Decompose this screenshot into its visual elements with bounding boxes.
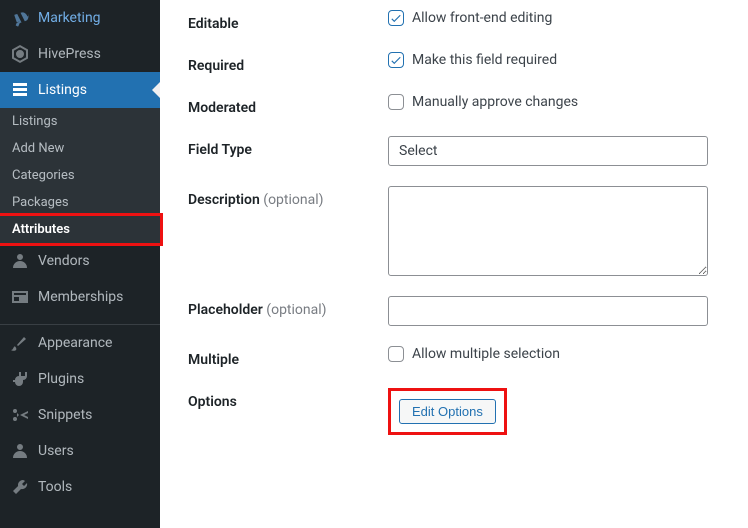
plug-icon <box>10 369 30 389</box>
submenu-item-listings[interactable]: Listings <box>0 108 160 135</box>
sidebar-item-appearance[interactable]: Appearance <box>0 325 160 361</box>
sidebar-item-label: Snippets <box>38 407 92 423</box>
submenu-item-categories[interactable]: Categories <box>0 162 160 189</box>
sidebar-item-label: HivePress <box>38 46 101 62</box>
sidebar-item-label: Plugins <box>38 371 84 387</box>
submenu-item-packages[interactable]: Packages <box>0 189 160 216</box>
row-description: Description (optional) <box>160 176 748 286</box>
sidebar-item-vendors[interactable]: Vendors <box>0 243 160 279</box>
label-placeholder: Placeholder (optional) <box>188 296 388 318</box>
wrench-icon <box>10 477 30 497</box>
sidebar-item-memberships[interactable]: Memberships <box>0 279 160 315</box>
row-placeholder: Placeholder (optional) <box>160 286 748 336</box>
sidebar-item-marketing[interactable]: Marketing <box>0 0 160 36</box>
main-content: Editable Allow front-end editing Require… <box>160 0 748 528</box>
textarea-description[interactable] <box>388 186 708 276</box>
card-icon <box>10 287 30 307</box>
edit-options-button[interactable]: Edit Options <box>399 399 496 424</box>
sidebar-item-label: Appearance <box>38 335 112 351</box>
sidebar-item-label: Listings <box>38 82 87 98</box>
sidebar-item-plugins[interactable]: Plugins <box>0 361 160 397</box>
megaphone-icon <box>10 8 30 28</box>
row-field-type: Field Type Select <box>160 126 748 176</box>
sidebar-item-label: Users <box>38 443 74 459</box>
sidebar-item-label: Vendors <box>38 253 90 269</box>
checkbox-required[interactable] <box>388 52 404 68</box>
select-field-type[interactable]: Select <box>388 136 708 166</box>
checkbox-label-multiple: Allow multiple selection <box>412 346 560 362</box>
checkbox-label-required: Make this field required <box>412 52 557 68</box>
row-options: Options Edit Options <box>160 378 748 445</box>
sidebar-item-label: Marketing <box>38 10 101 26</box>
row-moderated: Moderated Manually approve changes <box>160 84 748 126</box>
scissors-icon <box>10 405 30 425</box>
listings-icon <box>10 80 30 100</box>
submenu-item-attributes[interactable]: Attributes <box>0 213 163 246</box>
checkbox-label-editable: Allow front-end editing <box>412 10 552 26</box>
label-required: Required <box>188 52 388 74</box>
sidebar-item-tools[interactable]: Tools <box>0 469 160 505</box>
input-placeholder[interactable] <box>388 296 708 326</box>
label-multiple: Multiple <box>188 346 388 368</box>
user-icon <box>10 251 30 271</box>
admin-sidebar: Marketing HivePress Listings Listings Ad… <box>0 0 160 528</box>
hive-icon <box>10 44 30 64</box>
checkbox-editable[interactable] <box>388 10 404 26</box>
sidebar-item-label: Tools <box>38 479 72 495</box>
brush-icon <box>10 333 30 353</box>
label-options: Options <box>188 388 388 410</box>
row-editable: Editable Allow front-end editing <box>160 0 748 42</box>
highlight-edit-options: Edit Options <box>388 388 507 435</box>
label-field-type: Field Type <box>188 136 388 158</box>
label-editable: Editable <box>188 10 388 32</box>
submenu-item-add-new[interactable]: Add New <box>0 135 160 162</box>
sidebar-submenu-listings: Listings Add New Categories Packages Att… <box>0 108 160 246</box>
checkbox-moderated[interactable] <box>388 94 404 110</box>
row-required: Required Make this field required <box>160 42 748 84</box>
sidebar-item-users[interactable]: Users <box>0 433 160 469</box>
sidebar-item-snippets[interactable]: Snippets <box>0 397 160 433</box>
sidebar-item-label: Memberships <box>38 289 123 305</box>
sidebar-item-hivepress[interactable]: HivePress <box>0 36 160 72</box>
sidebar-item-listings[interactable]: Listings <box>0 72 160 108</box>
users-icon <box>10 441 30 461</box>
checkbox-multiple[interactable] <box>388 346 404 362</box>
label-moderated: Moderated <box>188 94 388 116</box>
label-description: Description (optional) <box>188 186 388 208</box>
row-multiple: Multiple Allow multiple selection <box>160 336 748 378</box>
checkbox-label-moderated: Manually approve changes <box>412 94 578 110</box>
